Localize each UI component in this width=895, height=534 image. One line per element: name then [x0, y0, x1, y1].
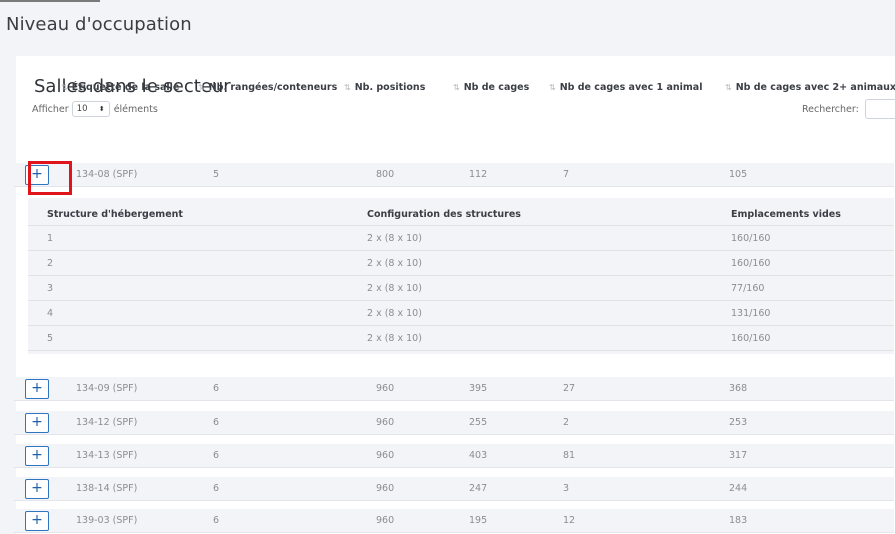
column-header-cages[interactable]: ⇅ Nb de cages — [453, 82, 529, 93]
child-cell-vides: 131/160 — [731, 308, 771, 319]
child-row: 4 2 x (8 x 10) 131/160 — [28, 301, 894, 326]
child-cell-config: 2 x (8 x 10) — [367, 308, 422, 319]
child-header-vides: Emplacements vides — [731, 209, 841, 220]
cell-cages-1: 81 — [563, 450, 576, 461]
cell-positions: 960 — [376, 450, 395, 461]
child-header-structure: Structure d'hébergement — [47, 209, 183, 220]
table-row: + 134-09 (SPF) 6 960 395 27 368 — [14, 377, 894, 401]
child-table: Structure d'hébergement Configuration de… — [28, 198, 894, 354]
cell-rangees: 5 — [213, 169, 220, 180]
cell-cages: 112 — [469, 169, 488, 180]
top-divider — [0, 0, 100, 2]
sort-icon: ⇅ — [61, 83, 68, 92]
column-header-cages-2[interactable]: ⇅ Nb de cages avec 2+ animaux — [725, 82, 895, 93]
cell-cages: 255 — [469, 417, 488, 428]
child-cell-config: 2 x (8 x 10) — [367, 333, 422, 344]
table-row: + 134-12 (SPF) 6 960 255 2 253 — [14, 411, 894, 435]
cell-cages: 195 — [469, 515, 488, 526]
cell-cages-1: 12 — [563, 515, 576, 526]
sort-icon: ⇅ — [725, 83, 732, 92]
cell-rangees: 6 — [213, 383, 220, 394]
cell-salle: 138-14 (SPF) — [76, 483, 138, 494]
length-suffix-label: éléments — [113, 103, 158, 115]
child-cell-vides: 160/160 — [731, 233, 771, 244]
table-header: ⇅ Étiquette de la salle ⇅ Nb. rangées/cont… — [14, 78, 895, 100]
cell-cages-2: 253 — [729, 417, 748, 428]
cell-cages-1: 7 — [563, 169, 570, 180]
child-cell-structure: 5 — [47, 333, 54, 344]
child-cell-structure: 3 — [47, 283, 54, 294]
page-length-control: Afficher 10 ⬍ éléments — [32, 101, 158, 117]
search-control: Rechercher: — [802, 99, 895, 119]
expand-row-button[interactable]: + — [25, 446, 49, 466]
length-prefix-label: Afficher — [32, 103, 69, 115]
column-header-salle[interactable]: ⇅ Étiquette de la salle — [61, 82, 179, 93]
child-cell-structure: 4 — [47, 308, 54, 319]
cell-positions: 960 — [376, 417, 395, 428]
highlight-box — [28, 161, 72, 195]
cell-positions: 960 — [376, 383, 395, 394]
child-row: 3 2 x (8 x 10) 77/160 — [28, 276, 894, 301]
cell-cages: 395 — [469, 383, 488, 394]
table-row: + 134-13 (SPF) 6 960 403 81 317 — [14, 444, 894, 468]
column-header-cages-1[interactable]: ⇅ Nb de cages avec 1 animal — [549, 82, 702, 93]
cell-cages-2: 105 — [729, 169, 748, 180]
cell-cages: 247 — [469, 483, 488, 494]
cell-cages-2: 244 — [729, 483, 748, 494]
cell-rangees: 6 — [213, 515, 220, 526]
sort-icon: ⇅ — [453, 83, 460, 92]
expand-row-button[interactable]: + — [25, 479, 49, 499]
cell-rangees: 6 — [213, 450, 220, 461]
child-cell-vides: 160/160 — [731, 258, 771, 269]
cell-cages-1: 3 — [563, 483, 570, 494]
cell-salle: 134-13 (SPF) — [76, 450, 138, 461]
cell-cages-2: 317 — [729, 450, 748, 461]
table-row: + 134-08 (SPF) 5 800 112 7 105 — [14, 163, 894, 187]
sort-icon: ⇅ — [198, 83, 205, 92]
child-header-config: Configuration des structures — [367, 209, 521, 220]
expand-row-button[interactable]: + — [25, 511, 49, 531]
cell-rangees: 6 — [213, 417, 220, 428]
child-cell-vides: 77/160 — [731, 283, 765, 294]
child-cell-config: 2 x (8 x 10) — [367, 258, 422, 269]
search-label: Rechercher: — [802, 103, 859, 115]
child-row: 1 2 x (8 x 10) 160/160 — [28, 226, 894, 251]
cell-cages: 403 — [469, 450, 488, 461]
cell-positions: 800 — [376, 169, 395, 180]
cell-positions: 960 — [376, 483, 395, 494]
child-cell-config: 2 x (8 x 10) — [367, 233, 422, 244]
cell-rangees: 6 — [213, 483, 220, 494]
cell-salle: 134-08 (SPF) — [76, 169, 138, 180]
child-table-header: Structure d'hébergement Configuration de… — [28, 198, 894, 226]
column-header-rangees[interactable]: ⇅ Nb. rangées/conteneurs — [198, 82, 337, 93]
table-row: + 138-14 (SPF) 6 960 247 3 244 — [14, 477, 894, 501]
child-cell-config: 2 x (8 x 10) — [367, 283, 422, 294]
child-cell-vides: 160/160 — [731, 333, 771, 344]
cell-cages-2: 183 — [729, 515, 748, 526]
cell-salle: 139-03 (SPF) — [76, 515, 138, 526]
cell-positions: 960 — [376, 515, 395, 526]
expand-row-button[interactable]: + — [25, 379, 49, 399]
chevron-down-icon: ⬍ — [98, 105, 105, 113]
page-length-select[interactable]: 10 ⬍ — [71, 101, 110, 117]
table-row: + 139-03 (SPF) 6 960 195 12 183 — [14, 509, 894, 533]
child-cell-structure: 1 — [47, 233, 54, 244]
cell-salle: 134-12 (SPF) — [76, 417, 138, 428]
search-input[interactable] — [864, 99, 895, 119]
sort-icon: ⇅ — [344, 83, 351, 92]
column-header-positions[interactable]: ⇅ Nb. positions — [344, 82, 425, 93]
child-row: 2 2 x (8 x 10) 160/160 — [28, 251, 894, 276]
cell-cages-1: 27 — [563, 383, 576, 394]
child-cell-structure: 2 — [47, 258, 54, 269]
child-row: 5 2 x (8 x 10) 160/160 — [28, 326, 894, 351]
cell-salle: 134-09 (SPF) — [76, 383, 138, 394]
expand-row-button[interactable]: + — [25, 413, 49, 433]
page-length-value: 10 — [76, 104, 88, 114]
cell-cages-1: 2 — [563, 417, 570, 428]
sort-icon: ⇅ — [549, 83, 556, 92]
page-title: Niveau d'occupation — [6, 14, 192, 35]
cell-cages-2: 368 — [729, 383, 748, 394]
